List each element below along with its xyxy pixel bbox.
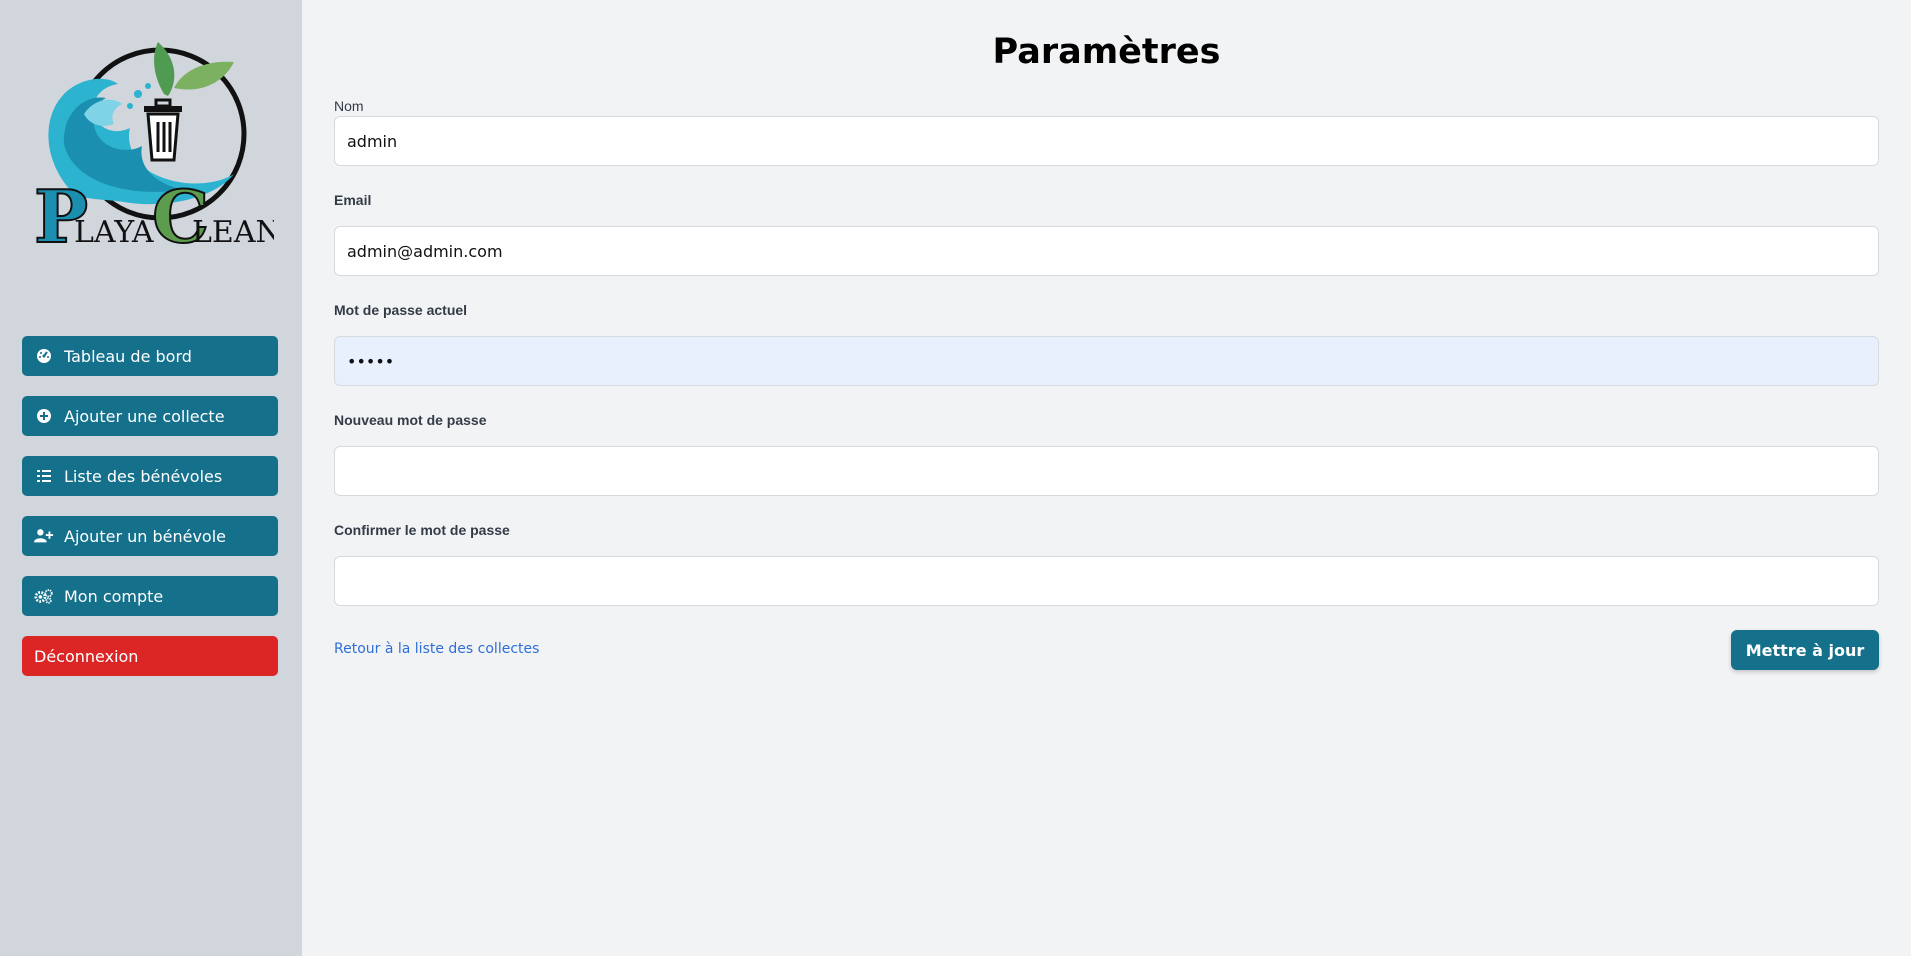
name-label: Nom xyxy=(334,98,364,114)
sidebar-item-label: Tableau de bord xyxy=(64,346,192,366)
new-password-label: Nouveau mot de passe xyxy=(334,412,487,428)
sidebar-item-label: Mon compte xyxy=(64,586,164,606)
list-icon xyxy=(34,466,54,486)
email-label: Email xyxy=(334,192,372,208)
current-password-field[interactable] xyxy=(334,336,1879,386)
sidebar-item-label: Liste des bénévoles xyxy=(64,466,223,486)
sidebar-item-add-benevole[interactable]: Ajouter un bénévole xyxy=(22,516,278,556)
sidebar-item-benevoles-list[interactable]: Liste des bénévoles xyxy=(22,456,278,496)
app: P LAYA C LEAN Tableau de bord Ajouter un… xyxy=(0,0,1911,956)
svg-text:LEAN: LEAN xyxy=(192,215,274,250)
dashboard-icon xyxy=(34,346,54,366)
playaclean-logo: P LAYA C LEAN xyxy=(34,42,274,260)
confirm-password-field[interactable] xyxy=(334,556,1879,606)
sidebar-item-account[interactable]: Mon compte xyxy=(22,576,278,616)
sidebar-item-dashboard[interactable]: Tableau de bord xyxy=(22,336,278,376)
svg-text:LAYA: LAYA xyxy=(74,215,154,250)
main-content: Paramètres Nom Email Mot de passe actuel… xyxy=(302,0,1911,956)
sidebar-item-label: Ajouter une collecte xyxy=(64,406,225,426)
update-button[interactable]: Mettre à jour xyxy=(1731,630,1879,670)
user-plus-icon xyxy=(34,526,54,546)
sidebar-item-label: Ajouter un bénévole xyxy=(64,526,226,546)
current-password-label: Mot de passe actuel xyxy=(334,302,468,318)
email-field[interactable] xyxy=(334,226,1879,276)
new-password-field[interactable] xyxy=(334,446,1879,496)
plus-circle-icon xyxy=(34,406,54,426)
logout-label: Déconnexion xyxy=(34,646,139,666)
sidebar-item-add-collecte[interactable]: Ajouter une collecte xyxy=(22,396,278,436)
sidebar-nav: Tableau de bord Ajouter une collecte Lis… xyxy=(22,336,278,696)
sidebar: P LAYA C LEAN Tableau de bord Ajouter un… xyxy=(0,0,302,956)
logout-button[interactable]: Déconnexion xyxy=(22,636,278,676)
confirm-password-label: Confirmer le mot de passe xyxy=(334,522,510,538)
back-to-collectes-link[interactable]: Retour à la liste des collectes xyxy=(334,641,539,657)
page-title: Paramètres xyxy=(992,32,1221,72)
name-field[interactable] xyxy=(334,116,1879,166)
gears-icon xyxy=(34,586,54,606)
